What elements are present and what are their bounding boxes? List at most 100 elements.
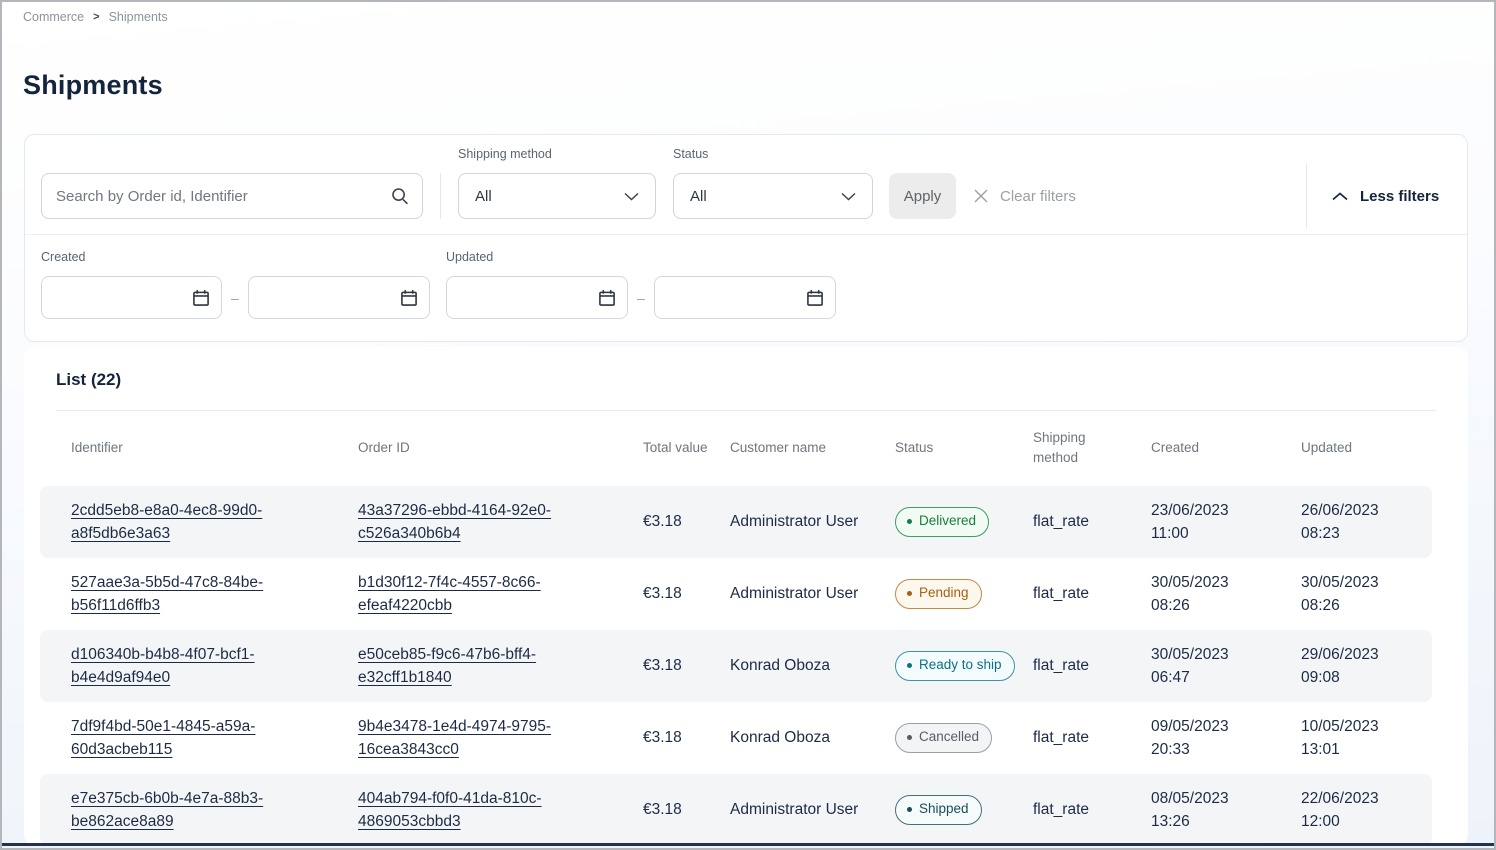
column-header-customer-name: Customer name <box>730 438 895 458</box>
status-label: Shipped <box>919 799 969 819</box>
column-header-updated: Updated <box>1301 438 1432 458</box>
order-id-link[interactable]: b1d30f12-7f4c-4557-8c66-efeaf4220cbb <box>358 574 541 614</box>
updated-label: Updated <box>446 250 493 264</box>
total-value: €3.18 <box>643 798 730 821</box>
customer-name: Administrator User <box>730 510 895 533</box>
status-label: Pending <box>919 583 969 603</box>
breadcrumb-commerce[interactable]: Commerce <box>23 10 84 24</box>
table-row: 7df9f4bd-50e1-4845-a59a-60d3acbeb115 9b4… <box>40 702 1432 774</box>
shipping-method-value: flat_rate <box>1033 726 1151 749</box>
identifier-link[interactable]: d106340b-b4b8-4f07-bcf1-b4e4d9af94e0 <box>71 646 255 686</box>
created-value: 30/05/2023 08:26 <box>1151 571 1253 618</box>
less-filters-toggle[interactable]: Less filters <box>1332 173 1439 219</box>
customer-name: Konrad Oboza <box>730 726 895 749</box>
close-icon <box>973 188 989 204</box>
calendar-icon[interactable] <box>400 289 418 307</box>
table-body: 2cdd5eb8-e8a0-4ec8-99d0-a8f5db6e3a63 43a… <box>40 486 1432 846</box>
status-label: Cancelled <box>919 727 979 747</box>
status-badge: Delivered <box>895 507 989 536</box>
status-dot-icon <box>907 663 912 668</box>
status-label: Delivered <box>919 511 976 531</box>
search-input[interactable] <box>41 173 423 219</box>
updated-value: 10/05/2023 13:01 <box>1301 715 1403 762</box>
table-row: 527aae3a-5b5d-47c8-84be-b56f11d6ffb3 b1d… <box>40 558 1432 630</box>
bottom-bar <box>2 843 1494 846</box>
chevron-down-icon <box>841 192 856 201</box>
shipping-method-value: All <box>475 188 492 205</box>
status-badge: Pending <box>895 579 982 608</box>
shipments-page: Commerce > Shipments Shipments Shipping … <box>0 0 1496 850</box>
identifier-link[interactable]: 7df9f4bd-50e1-4845-a59a-60d3acbeb115 <box>71 718 255 758</box>
page-title: Shipments <box>23 70 163 101</box>
column-header-status: Status <box>895 438 1033 458</box>
updated-to-field <box>654 276 836 319</box>
chevron-up-icon <box>1332 192 1348 201</box>
identifier-link[interactable]: 2cdd5eb8-e8a0-4ec8-99d0-a8f5db6e3a63 <box>71 502 262 542</box>
range-separator: – <box>231 276 239 319</box>
created-value: 23/06/2023 11:00 <box>1151 499 1253 546</box>
customer-name: Administrator User <box>730 798 895 821</box>
shipping-method-value: flat_rate <box>1033 510 1151 533</box>
created-value: 09/05/2023 20:33 <box>1151 715 1253 762</box>
customer-name: Konrad Oboza <box>730 654 895 677</box>
total-value: €3.18 <box>643 654 730 677</box>
identifier-link[interactable]: 527aae3a-5b5d-47c8-84be-b56f11d6ffb3 <box>71 574 263 614</box>
table-row: d106340b-b4b8-4f07-bcf1-b4e4d9af94e0 e50… <box>40 630 1432 702</box>
table-header-row: Identifier Order ID Total value Customer… <box>40 410 1432 486</box>
shipping-method-value: flat_rate <box>1033 654 1151 677</box>
created-to-field <box>248 276 430 319</box>
updated-value: 22/06/2023 12:00 <box>1301 787 1403 834</box>
table-row: 2cdd5eb8-e8a0-4ec8-99d0-a8f5db6e3a63 43a… <box>40 486 1432 558</box>
status-dot-icon <box>907 807 912 812</box>
status-dot-icon <box>907 735 912 740</box>
created-value: 30/05/2023 06:47 <box>1151 643 1253 690</box>
order-id-link[interactable]: e50ceb85-f9c6-47b6-bff4-e32cff1b1840 <box>358 646 536 686</box>
order-id-link[interactable]: 9b4e3478-1e4d-4974-9795-16cea3843cc0 <box>358 718 551 758</box>
customer-name: Administrator User <box>730 582 895 605</box>
column-header-shipping-method: Shipping method <box>1033 428 1151 469</box>
status-badge: Ready to ship <box>895 651 1015 680</box>
shipping-method-select[interactable]: All <box>458 173 656 219</box>
status-dot-icon <box>907 519 912 524</box>
shipping-method-value: flat_rate <box>1033 582 1151 605</box>
calendar-icon[interactable] <box>598 289 616 307</box>
shipping-method-label: Shipping method <box>458 147 552 161</box>
column-header-total-value: Total value <box>643 438 730 458</box>
updated-value: 30/05/2023 08:26 <box>1301 571 1403 618</box>
breadcrumb: Commerce > Shipments <box>23 10 168 24</box>
created-from-field <box>41 276 222 319</box>
table-row: e7e375cb-6b0b-4e7a-88b3-be862ace8a89 404… <box>40 774 1432 846</box>
column-header-identifier: Identifier <box>71 438 358 458</box>
less-filters-label: Less filters <box>1360 188 1439 205</box>
status-label: Ready to ship <box>919 655 1002 675</box>
column-header-created: Created <box>1151 438 1301 458</box>
status-dot-icon <box>907 591 912 596</box>
search-field <box>41 173 423 219</box>
shipments-list-panel: List (22) Identifier Order ID Total valu… <box>24 347 1468 845</box>
order-id-link[interactable]: 43a37296-ebbd-4164-92e0-c526a340b6b4 <box>358 502 551 542</box>
calendar-icon[interactable] <box>806 289 824 307</box>
calendar-icon[interactable] <box>192 289 210 307</box>
order-id-link[interactable]: 404ab794-f0f0-41da-810c-4869053cbbd3 <box>358 790 542 830</box>
chevron-down-icon <box>624 192 639 201</box>
list-title: List (22) <box>56 370 121 390</box>
apply-button[interactable]: Apply <box>889 173 956 219</box>
created-label: Created <box>41 250 85 264</box>
clear-filters-button[interactable]: Clear filters <box>973 173 1076 219</box>
range-separator: – <box>637 276 645 319</box>
column-header-order-id: Order ID <box>358 438 643 458</box>
filter-divider <box>1306 163 1307 229</box>
search-icon[interactable] <box>390 186 410 206</box>
updated-value: 29/06/2023 09:08 <box>1301 643 1403 690</box>
status-badge: Cancelled <box>895 723 992 752</box>
created-value: 08/05/2023 13:26 <box>1151 787 1253 834</box>
filters-panel: Shipping method All Status All Apply <box>24 134 1468 342</box>
breadcrumb-separator: > <box>93 11 99 23</box>
total-value: €3.18 <box>643 726 730 749</box>
status-select[interactable]: All <box>673 173 873 219</box>
status-filter-value: All <box>690 188 707 205</box>
identifier-link[interactable]: e7e375cb-6b0b-4e7a-88b3-be862ace8a89 <box>71 790 263 830</box>
breadcrumb-shipments: Shipments <box>109 10 168 24</box>
total-value: €3.18 <box>643 510 730 533</box>
filter-divider <box>440 173 441 219</box>
